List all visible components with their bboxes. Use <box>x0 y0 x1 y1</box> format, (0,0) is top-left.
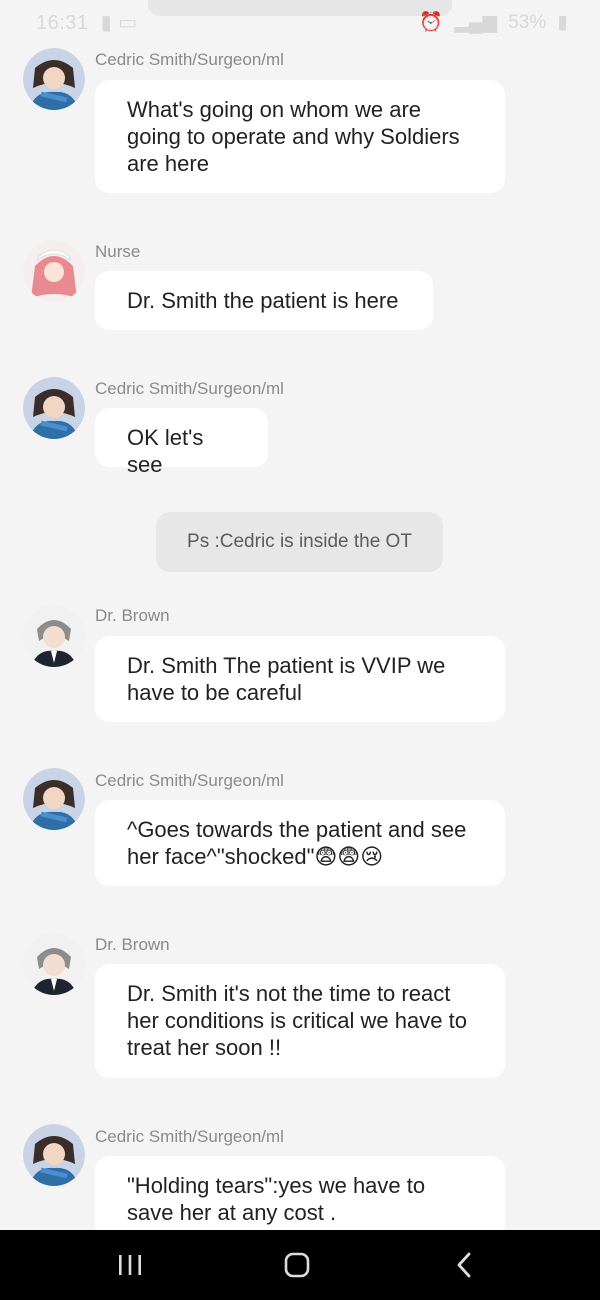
home-icon[interactable] <box>277 1248 317 1282</box>
sender-name: Dr. Brown <box>95 606 170 625</box>
chat-view[interactable]: Cedric Smith/Surgeon/ml What's going on … <box>0 0 600 1230</box>
back-icon[interactable] <box>445 1248 485 1282</box>
message-bubble[interactable]: ^Goes towards the patient and see her fa… <box>95 800 505 886</box>
nurse-avatar[interactable] <box>23 240 85 302</box>
cedric-avatar[interactable] <box>23 48 85 110</box>
brown-avatar[interactable] <box>23 605 85 667</box>
cedric-avatar[interactable] <box>23 377 85 439</box>
sender-name: Cedric Smith/Surgeon/ml <box>95 50 284 69</box>
message-bubble[interactable]: Dr. Smith The patient is VVIP we have to… <box>95 636 505 722</box>
message-bubble[interactable]: What's going on whom we are going to ope… <box>95 80 505 193</box>
sender-name: Cedric Smith/Surgeon/ml <box>95 379 284 398</box>
sender-name: Nurse <box>95 242 141 261</box>
system-navigation-bar <box>0 1230 600 1300</box>
sender-name: Cedric Smith/Surgeon/ml <box>95 771 284 790</box>
message-bubble[interactable]: Dr. Smith the patient is here <box>95 271 433 330</box>
message-bubble[interactable]: Dr. Smith it's not the time to react her… <box>95 964 505 1078</box>
recents-icon[interactable] <box>110 1248 150 1282</box>
sender-name: Dr. Brown <box>95 935 170 954</box>
cedric-avatar[interactable] <box>23 768 85 830</box>
brown-avatar[interactable] <box>23 933 85 995</box>
narration-bubble[interactable]: Ps :Cedric is inside the OT <box>156 512 443 572</box>
sender-name: Cedric Smith/Surgeon/ml <box>95 1127 284 1146</box>
cedric-avatar[interactable] <box>23 1124 85 1186</box>
message-bubble[interactable]: OK let's see <box>95 408 268 477</box>
message-bubble[interactable]: "Holding tears":yes we have to save her … <box>95 1156 505 1230</box>
